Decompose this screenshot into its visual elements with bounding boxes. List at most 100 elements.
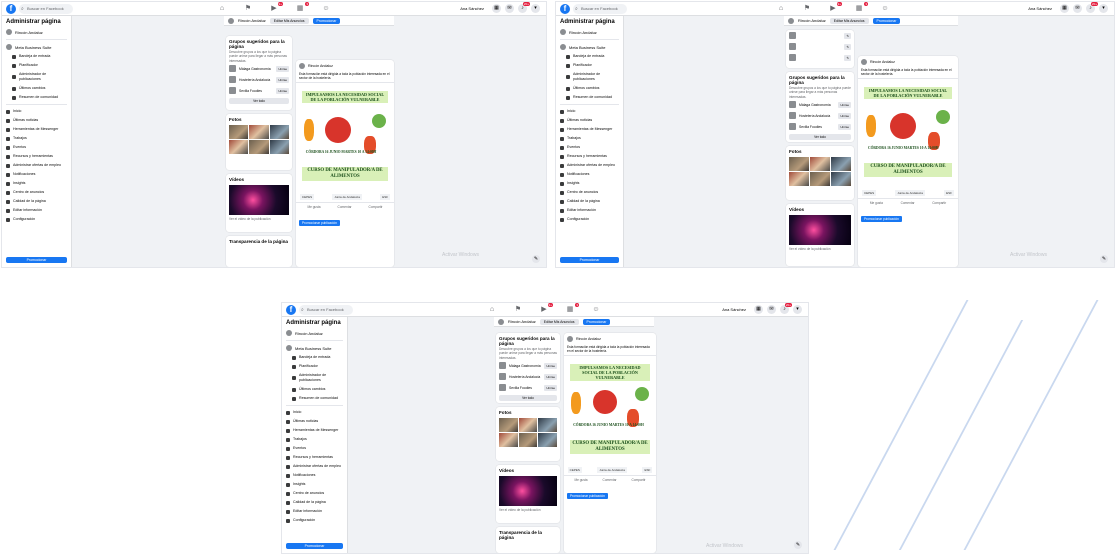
promote-post-button[interactable]: Promocionar publicación bbox=[861, 216, 902, 223]
photo-grid[interactable] bbox=[496, 416, 560, 449]
edit-pencil-icon[interactable]: ✎ bbox=[844, 32, 851, 39]
messenger-icon[interactable]: ✉ bbox=[767, 305, 776, 314]
sidebar-item-page-quality[interactable]: Calidad de la página bbox=[282, 498, 347, 507]
messenger-icon[interactable]: ✉ bbox=[505, 4, 514, 13]
video-thumbnail[interactable] bbox=[229, 185, 289, 215]
video-icon[interactable]: ▶ 9+ bbox=[828, 2, 842, 14]
grid-icon[interactable]: ▦ bbox=[1060, 4, 1069, 13]
join-button[interactable]: Unirse bbox=[544, 384, 557, 391]
sidebar-item-events[interactable]: Eventos bbox=[2, 143, 71, 152]
sidebar-item-posts-manager[interactable]: Administrador de publicaciones bbox=[2, 70, 71, 84]
sidebar-item-latest-changes[interactable]: Últimos cambios bbox=[556, 84, 623, 93]
comment-button[interactable]: Comentar bbox=[901, 201, 915, 205]
join-button[interactable]: Unirse bbox=[544, 373, 557, 380]
sidebar-item-inbox[interactable]: Bandeja de entrada bbox=[2, 52, 71, 61]
sidebar-item-planner[interactable]: Planificador bbox=[282, 362, 347, 371]
see-all-button[interactable]: Ver todo bbox=[789, 134, 851, 141]
sidebar-item-notifications[interactable]: Notificaciones bbox=[2, 170, 71, 179]
list-item[interactable]: ✎ bbox=[786, 30, 854, 41]
promote-button[interactable]: Promocionar bbox=[560, 257, 619, 263]
share-button[interactable]: Compartir bbox=[369, 205, 383, 209]
comment-button[interactable]: Comentar bbox=[603, 478, 617, 482]
share-button[interactable]: Compartir bbox=[932, 201, 946, 205]
promote-button[interactable]: Promocionar bbox=[872, 17, 901, 24]
like-button[interactable]: Me gusta bbox=[574, 478, 587, 482]
sidebar-meta-business[interactable]: Meta Business Suite bbox=[556, 42, 623, 52]
photo-grid[interactable] bbox=[786, 155, 854, 188]
sidebar-item-edit-info[interactable]: Editar información bbox=[282, 507, 347, 516]
edit-ads-button[interactable]: Editar Mis Anuncios bbox=[269, 17, 309, 24]
sidebar-item-jobs[interactable]: Trabajos bbox=[556, 134, 623, 143]
join-button[interactable]: Unirse bbox=[544, 362, 557, 369]
sidebar-item-community[interactable]: Resumen de comunidad bbox=[556, 93, 623, 102]
video-thumbnail[interactable] bbox=[499, 476, 557, 506]
comment-button[interactable]: Comentar bbox=[338, 205, 352, 209]
sidebar-item-community[interactable]: Resumen de comunidad bbox=[2, 93, 71, 102]
list-item[interactable]: Sevilla Foodies Unirse bbox=[226, 85, 292, 96]
sidebar-item-settings[interactable]: Configuración bbox=[556, 215, 623, 224]
sidebar-item-latest-changes[interactable]: Últimos cambios bbox=[282, 385, 347, 394]
list-item[interactable]: Hostelería Andalucía Unirse bbox=[496, 371, 560, 382]
sidebar-item-insights[interactable]: Insights bbox=[2, 179, 71, 188]
join-button[interactable]: Unirse bbox=[838, 123, 851, 130]
group-icon[interactable]: ☺ bbox=[591, 305, 601, 315]
edit-ads-button[interactable]: Editar Mis Anuncios bbox=[539, 318, 579, 325]
facebook-logo-icon[interactable]: f bbox=[560, 4, 570, 14]
sidebar-item-community[interactable]: Resumen de comunidad bbox=[282, 394, 347, 403]
promote-button[interactable]: Promocionar bbox=[6, 257, 67, 263]
group-icon[interactable]: ☺ bbox=[880, 4, 890, 14]
sidebar-item-job-offers[interactable]: Administrar ofertas de empleo bbox=[556, 161, 623, 170]
grid-icon[interactable]: ▦ bbox=[492, 4, 501, 13]
post-flyer-image[interactable]: IMPULSAMOS LA NECESIDAD SOCIAL DE LA POB… bbox=[564, 355, 656, 476]
list-item[interactable]: ✎ bbox=[786, 41, 854, 52]
edit-pencil-icon[interactable]: ✎ bbox=[844, 54, 851, 61]
join-button[interactable]: Unirse bbox=[276, 87, 289, 94]
facebook-logo-icon[interactable]: f bbox=[6, 4, 16, 14]
sidebar-item-notifications[interactable]: Notificaciones bbox=[556, 170, 623, 179]
new-message-icon[interactable]: ✎ bbox=[1100, 255, 1108, 263]
search-input[interactable]: ⌕ Buscar en Facebook bbox=[299, 305, 353, 315]
sidebar-item-events[interactable]: Eventos bbox=[556, 143, 623, 152]
bell-icon[interactable]: ♪ 20+ bbox=[1086, 2, 1098, 13]
sidebar-item-page-quality[interactable]: Calidad de la página bbox=[556, 197, 623, 206]
list-item[interactable]: Málaga Gastronomía Unirse bbox=[496, 360, 560, 371]
promote-post-button[interactable]: Promocionar publicación bbox=[567, 493, 608, 500]
sidebar-item-planner[interactable]: Planificador bbox=[2, 61, 71, 70]
see-all-button[interactable]: Ver todo bbox=[499, 395, 557, 402]
sidebar-item-home[interactable]: Inicio bbox=[2, 107, 71, 116]
video-icon[interactable]: ▶ 9+ bbox=[539, 303, 553, 315]
sidebar-item-ads-center[interactable]: Centro de anuncios bbox=[2, 188, 71, 197]
sidebar-item-home[interactable]: Inicio bbox=[556, 107, 623, 116]
sidebar-item-messenger[interactable]: Herramientas de Messenger bbox=[2, 125, 71, 134]
sidebar-item-home[interactable]: Inicio bbox=[282, 408, 347, 417]
group-icon[interactable]: ☺ bbox=[321, 4, 331, 14]
sidebar-item-latest-changes[interactable]: Últimos cambios bbox=[2, 84, 71, 93]
sidebar-item-edit-info[interactable]: Editar información bbox=[556, 206, 623, 215]
sidebar-item-ads-center[interactable]: Centro de anuncios bbox=[556, 188, 623, 197]
sidebar-page-switcher[interactable]: Rincón Andaluz bbox=[556, 27, 623, 37]
join-button[interactable]: Unirse bbox=[276, 65, 289, 72]
flag-icon[interactable]: ⚑ bbox=[513, 305, 523, 315]
edit-ads-button[interactable]: Editar Mis Anuncios bbox=[829, 17, 869, 24]
share-button[interactable]: Compartir bbox=[632, 478, 646, 482]
store-icon[interactable]: ▦ 3 bbox=[565, 303, 579, 315]
sidebar-item-inbox[interactable]: Bandeja de entrada bbox=[556, 52, 623, 61]
promote-button[interactable]: Promocionar bbox=[582, 318, 611, 325]
sidebar-item-resources[interactable]: Recursos y herramientas bbox=[556, 152, 623, 161]
sidebar-meta-business[interactable]: Meta Business Suite bbox=[2, 42, 71, 52]
see-all-button[interactable]: Ver todo bbox=[229, 98, 289, 105]
promote-button[interactable]: Promocionar bbox=[286, 543, 343, 549]
store-icon[interactable]: ▦ 3 bbox=[295, 2, 309, 14]
sidebar-item-resources[interactable]: Recursos y herramientas bbox=[282, 453, 347, 462]
like-button[interactable]: Me gusta bbox=[307, 205, 320, 209]
sidebar-item-notifications[interactable]: Notificaciones bbox=[282, 471, 347, 480]
sidebar-item-settings[interactable]: Configuración bbox=[282, 516, 347, 525]
chevron-down-icon[interactable]: ▾ bbox=[1099, 4, 1108, 13]
list-item[interactable]: Hostelería Andalucía Unirse bbox=[786, 110, 854, 121]
photo-grid[interactable] bbox=[226, 123, 292, 156]
sidebar-item-ads-center[interactable]: Centro de anuncios bbox=[282, 489, 347, 498]
video-thumbnail[interactable] bbox=[789, 215, 851, 245]
sidebar-item-edit-info[interactable]: Editar información bbox=[2, 206, 71, 215]
search-input[interactable]: ⌕ Buscar en Facebook bbox=[19, 4, 73, 14]
user-name[interactable]: Ana Sánchez bbox=[722, 307, 746, 312]
